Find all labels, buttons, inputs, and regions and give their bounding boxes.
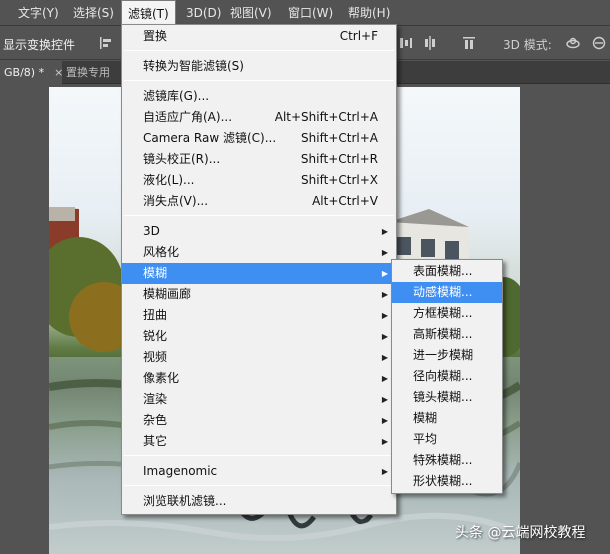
- align-left-icon[interactable]: [98, 35, 114, 51]
- menu-separator: [124, 50, 394, 51]
- submenu-arrow-icon: ▶: [381, 374, 388, 383]
- menu-item-distort[interactable]: 扭曲 ▶: [122, 305, 396, 326]
- submenu-item-blur[interactable]: 模糊: [392, 408, 502, 429]
- blur-submenu: 表面模糊... 动感模糊... 方框模糊... 高斯模糊... 进一步模糊 径向…: [391, 259, 503, 494]
- menu-item-pixelate[interactable]: 像素化 ▶: [122, 368, 396, 389]
- submenu-item-radial-blur[interactable]: 径向模糊...: [392, 366, 502, 387]
- menu-separator: [124, 215, 394, 216]
- menu-item-noise[interactable]: 杂色 ▶: [122, 410, 396, 431]
- menu-separator: [124, 455, 394, 456]
- submenu-item-box-blur[interactable]: 方框模糊...: [392, 303, 502, 324]
- document-tab-displace[interactable]: 置换专用: [62, 61, 122, 84]
- menu-item-lens-correction[interactable]: 镜头校正(R)... Shift+Ctrl+R: [122, 149, 396, 170]
- submenu-item-smart-blur[interactable]: 特殊模糊...: [392, 450, 502, 471]
- menu-item-other[interactable]: 其它 ▶: [122, 431, 396, 452]
- 3d-mode-label: 3D 模式:: [503, 38, 552, 52]
- submenu-item-average[interactable]: 平均: [392, 429, 502, 450]
- menu-separator: [124, 485, 394, 486]
- rotate-3d-icon[interactable]: [565, 35, 581, 51]
- submenu-arrow-icon: ▶: [381, 395, 388, 404]
- menu-item-liquify[interactable]: 液化(L)... Shift+Ctrl+X: [122, 170, 396, 191]
- menu-item-browse-online-filters[interactable]: 浏览联机滤镜...: [122, 491, 396, 512]
- submenu-item-blur-more[interactable]: 进一步模糊: [392, 345, 502, 366]
- align-center-icon[interactable]: [422, 35, 438, 51]
- submenu-item-surface-blur[interactable]: 表面模糊...: [392, 261, 502, 282]
- submenu-arrow-icon: ▶: [381, 332, 388, 341]
- menu-3d[interactable]: 3D(D): [180, 0, 227, 26]
- distribute-icon[interactable]: [461, 35, 477, 51]
- menu-filter[interactable]: 滤镜(T): [121, 0, 176, 26]
- menu-item-last-filter-displace[interactable]: 置换 Ctrl+F: [122, 26, 396, 47]
- menu-item-filter-gallery[interactable]: 滤镜库(G)...: [122, 86, 396, 107]
- menu-window[interactable]: 窗口(W): [282, 0, 339, 26]
- menu-item-vanishing-point[interactable]: 消失点(V)... Alt+Ctrl+V: [122, 191, 396, 212]
- submenu-item-shape-blur[interactable]: 形状模糊...: [392, 471, 502, 492]
- submenu-arrow-icon: ▶: [381, 311, 388, 320]
- roll-3d-icon[interactable]: [591, 35, 607, 51]
- menu-bar: 文字(Y) 选择(S) 滤镜(T) 3D(D) 视图(V) 窗口(W) 帮助(H…: [0, 0, 610, 26]
- menu-item-camera-raw[interactable]: Camera Raw 滤镜(C)... Shift+Ctrl+A: [122, 128, 396, 149]
- filter-menu-dropdown: 置换 Ctrl+F 转换为智能滤镜(S) 滤镜库(G)... 自适应广角(A)..…: [121, 24, 397, 515]
- submenu-arrow-icon: ▶: [381, 467, 388, 476]
- align-horizontal-icon[interactable]: [398, 35, 414, 51]
- tab-label: 置换专用: [66, 66, 110, 79]
- menu-select[interactable]: 选择(S): [67, 0, 120, 26]
- submenu-arrow-icon: ▶: [381, 290, 388, 299]
- menu-item-3d[interactable]: 3D ▶: [122, 221, 396, 242]
- menu-type[interactable]: 文字(Y): [12, 0, 65, 26]
- submenu-arrow-icon: ▶: [381, 353, 388, 362]
- menu-item-blur-gallery[interactable]: 模糊画廊 ▶: [122, 284, 396, 305]
- menu-item-sharpen[interactable]: 锐化 ▶: [122, 326, 396, 347]
- show-transform-controls-checkbox[interactable]: 显示变换控件: [3, 36, 75, 53]
- document-tab-active[interactable]: GB/8) * ×: [0, 61, 63, 84]
- submenu-arrow-icon: ▶: [381, 269, 388, 278]
- submenu-arrow-icon: ▶: [381, 248, 388, 257]
- menu-item-render[interactable]: 渲染 ▶: [122, 389, 396, 410]
- menu-separator: [124, 80, 394, 81]
- menu-view[interactable]: 视图(V): [224, 0, 278, 26]
- submenu-arrow-icon: ▶: [381, 227, 388, 236]
- menu-item-imagenomic[interactable]: Imagenomic ▶: [122, 461, 396, 482]
- menu-item-adaptive-wide-angle[interactable]: 自适应广角(A)... Alt+Shift+Ctrl+A: [122, 107, 396, 128]
- menu-item-blur[interactable]: 模糊 ▶: [122, 263, 396, 284]
- menu-item-convert-smart-filters[interactable]: 转换为智能滤镜(S): [122, 56, 396, 77]
- submenu-item-gaussian-blur[interactable]: 高斯模糊...: [392, 324, 502, 345]
- menu-help[interactable]: 帮助(H): [342, 0, 396, 26]
- submenu-item-lens-blur[interactable]: 镜头模糊...: [392, 387, 502, 408]
- menu-item-stylize[interactable]: 风格化 ▶: [122, 242, 396, 263]
- submenu-arrow-icon: ▶: [381, 416, 388, 425]
- tab-label: GB/8) *: [4, 66, 45, 79]
- menu-item-video[interactable]: 视频 ▶: [122, 347, 396, 368]
- submenu-item-motion-blur[interactable]: 动感模糊...: [392, 282, 502, 303]
- watermark: 头条 @云端网校教程: [455, 525, 586, 541]
- submenu-arrow-icon: ▶: [381, 437, 388, 446]
